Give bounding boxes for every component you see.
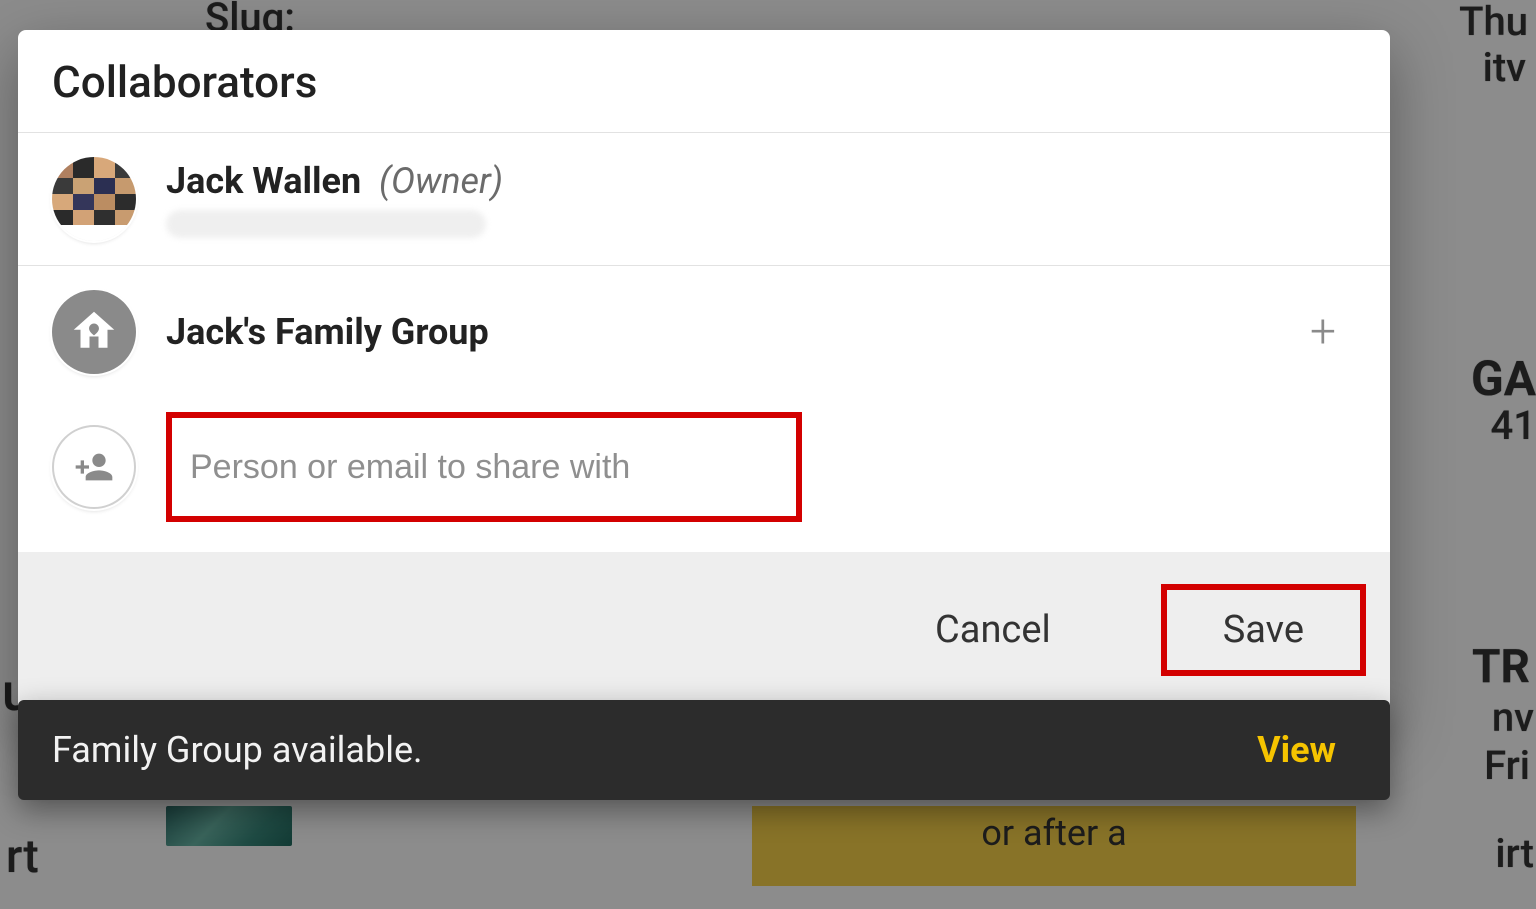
owner-role: (Owner) bbox=[379, 160, 503, 202]
share-row bbox=[18, 398, 1390, 552]
collaborators-dialog: Collaborators Jack Wallen (Owner) Jack's… bbox=[18, 30, 1390, 718]
bg-yellow-note: or after a bbox=[752, 806, 1356, 886]
dialog-footer: Cancel Save bbox=[18, 552, 1390, 718]
share-input[interactable] bbox=[188, 447, 780, 488]
snackbar-message: Family Group available. bbox=[52, 729, 423, 771]
bg-fragment: rt bbox=[6, 830, 39, 884]
snackbar-view-button[interactable]: View bbox=[1251, 728, 1342, 772]
dialog-title: Collaborators bbox=[52, 56, 1356, 108]
snackbar: Family Group available. View bbox=[18, 700, 1390, 800]
bg-fragment: 41 bbox=[1491, 402, 1536, 449]
bg-fragment: Thu bbox=[1459, 0, 1528, 45]
share-input-highlight bbox=[166, 412, 802, 522]
dialog-body: Jack Wallen (Owner) Jack's Family Group … bbox=[18, 132, 1390, 552]
cancel-button[interactable]: Cancel bbox=[895, 590, 1091, 670]
person-add-icon bbox=[52, 425, 136, 509]
bg-thumbnail bbox=[166, 806, 292, 846]
bg-fragment: nv bbox=[1492, 694, 1534, 741]
family-group-row[interactable]: Jack's Family Group + bbox=[18, 265, 1390, 398]
add-group-button[interactable]: + bbox=[1306, 303, 1340, 361]
bg-fragment: itv bbox=[1483, 44, 1526, 91]
bg-fragment: TR bbox=[1472, 640, 1530, 694]
owner-name: Jack Wallen bbox=[166, 160, 361, 202]
bg-fragment: Fri bbox=[1484, 742, 1530, 789]
save-button[interactable]: Save bbox=[1161, 584, 1366, 676]
bg-yellow-text: or after a bbox=[981, 812, 1126, 854]
owner-row: Jack Wallen (Owner) bbox=[18, 132, 1390, 265]
dialog-header: Collaborators bbox=[18, 30, 1390, 132]
family-group-icon bbox=[52, 290, 136, 374]
family-group-name: Jack's Family Group bbox=[166, 311, 1276, 353]
owner-name-line: Jack Wallen (Owner) bbox=[166, 160, 1340, 202]
bg-fragment: GA bbox=[1471, 350, 1536, 407]
owner-email-redacted bbox=[166, 210, 486, 238]
owner-avatar bbox=[52, 157, 136, 241]
bg-fragment: irt bbox=[1495, 830, 1534, 877]
